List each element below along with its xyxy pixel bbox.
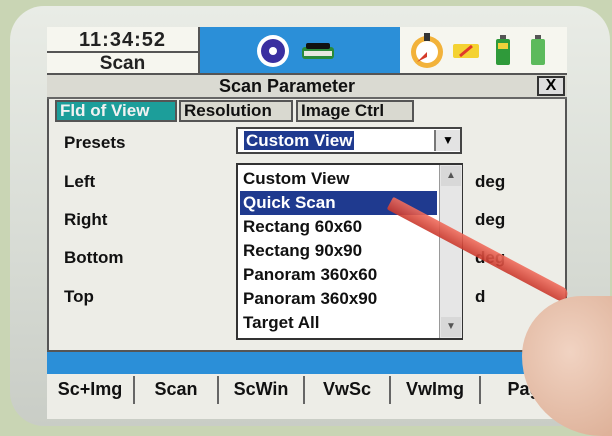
presets-label: Presets — [64, 133, 126, 152]
battery-low-icon — [453, 44, 479, 58]
dropdown-option-custom-view[interactable]: Custom View — [240, 167, 437, 191]
left-unit: deg — [475, 172, 506, 191]
menu-button-scwin[interactable]: ScWin — [219, 376, 305, 404]
top-unit: d — [475, 287, 486, 306]
right-unit: deg — [475, 210, 506, 229]
compass-icon[interactable] — [408, 31, 446, 71]
menu-button-sc-img[interactable]: Sc+Img — [47, 376, 135, 404]
presets-dropdown-list: Custom View Quick Scan Rectang 60x60 Rec… — [236, 163, 463, 340]
dialog-title: Scan Parameter — [218, 76, 356, 96]
close-button[interactable]: X — [537, 76, 565, 96]
dropdown-option-rectang-90x90[interactable]: Rectang 90x90 — [240, 239, 437, 263]
status-bar — [47, 350, 567, 376]
dropdown-option-target-all[interactable]: Target All — [240, 311, 437, 335]
dialog-titlebar: Scan Parameter X — [47, 75, 567, 99]
top-label: Top — [64, 287, 94, 306]
header-clock-panel: 11:34:52 Scan — [47, 27, 200, 75]
disc-icon[interactable] — [255, 33, 291, 69]
bottom-label: Bottom — [64, 248, 124, 267]
tab-field-of-view[interactable]: Fld of View — [55, 100, 177, 122]
device-icon[interactable] — [300, 41, 336, 61]
scroll-up-icon[interactable]: ▲ — [441, 166, 461, 186]
presets-selected-value: Custom View — [244, 131, 355, 150]
clock-time: 11:34:52 — [79, 29, 166, 51]
battery-icon — [496, 35, 510, 65]
menu-button-vwsc[interactable]: VwSc — [305, 376, 391, 404]
presets-select[interactable]: Custom View ▼ — [236, 127, 462, 154]
mode-label: Scan — [99, 53, 146, 74]
header-icons-panel — [400, 27, 567, 75]
dropdown-option-panoram-360x60[interactable]: Panoram 360x60 — [240, 263, 437, 287]
battery-icon-2 — [531, 35, 545, 65]
tab-resolution[interactable]: Resolution — [179, 100, 293, 122]
bottom-menu: Sc+Img Scan ScWin VwSc VwImg Pag — [47, 374, 567, 419]
device-screen: 11:34:52 Scan Scan Parameter X Fld of Vi… — [47, 27, 567, 419]
chevron-down-icon[interactable]: ▼ — [434, 130, 460, 151]
menu-button-vwimg[interactable]: VwImg — [391, 376, 481, 404]
scroll-down-icon[interactable]: ▼ — [441, 317, 461, 337]
right-label: Right — [64, 210, 108, 229]
menu-button-scan[interactable]: Scan — [135, 376, 219, 404]
header-status-bar — [200, 27, 400, 75]
dropdown-scrollbar[interactable]: ▲ ▼ — [439, 165, 462, 338]
tab-image-ctrl[interactable]: Image Ctrl — [296, 100, 414, 122]
left-label: Left — [64, 172, 96, 191]
dropdown-option-panoram-360x90[interactable]: Panoram 360x90 — [240, 287, 437, 311]
